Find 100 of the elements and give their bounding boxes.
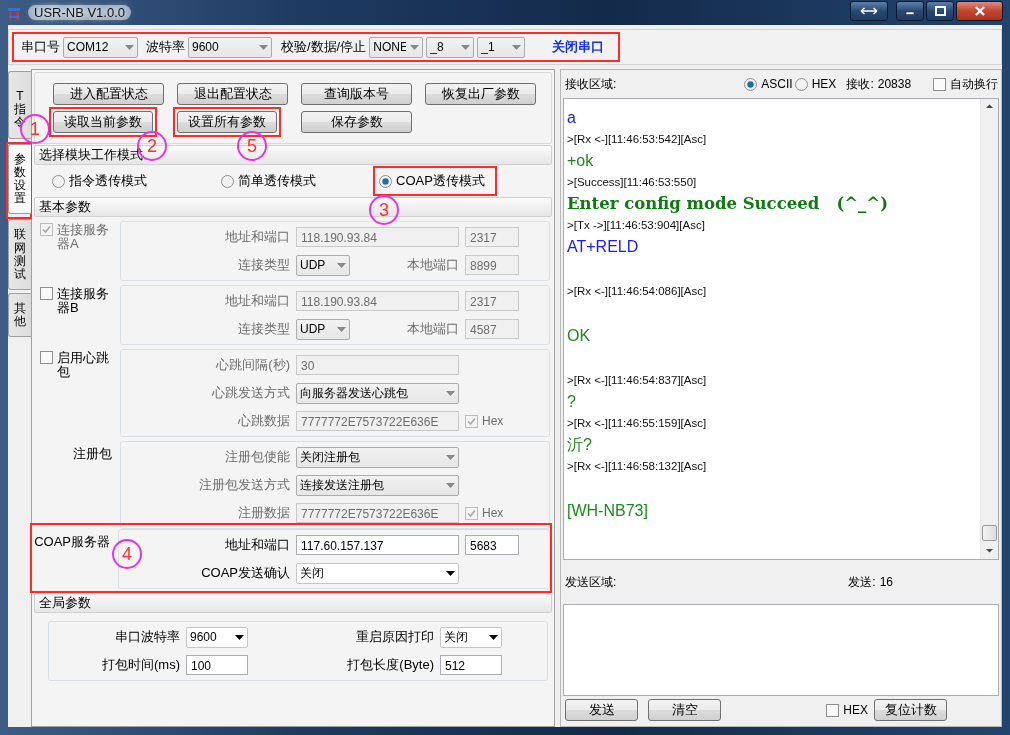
caret-icon	[460, 44, 470, 50]
resize-button[interactable]	[850, 1, 888, 21]
dropdown[interactable]: 向服务器发送心跳包	[296, 382, 459, 404]
close-port-button[interactable]: 关闭串口	[548, 38, 609, 56]
caret-icon	[445, 454, 455, 460]
field-label: 注册数据	[238, 504, 291, 522]
scroll-thumb[interactable]	[982, 525, 997, 541]
close-button[interactable]	[956, 1, 1003, 21]
radio-label: 简单透传模式	[238, 172, 316, 190]
input-field[interactable]: 117.60.157.137	[296, 535, 459, 555]
action-button[interactable]: 清空	[648, 699, 721, 721]
log-line: Enter config mode Succeed (^_^)	[567, 193, 889, 215]
radio-label: ASCII	[761, 77, 793, 91]
caret-icon	[258, 44, 268, 50]
caret-icon	[234, 634, 244, 640]
section-header: 全局参数	[34, 593, 552, 613]
radio-button[interactable]	[221, 174, 234, 188]
field-label: 重启原因打印	[355, 628, 435, 646]
input-field[interactable]: 512	[440, 655, 502, 675]
checkbox-label: 连接服务器A	[57, 223, 109, 251]
side-tab[interactable]: 联网测试	[8, 219, 31, 291]
caret-icon	[336, 326, 346, 332]
radio-button[interactable]	[52, 174, 65, 188]
checkbox[interactable]	[40, 287, 53, 300]
group-label: COAP服务器	[34, 535, 110, 549]
caret-icon	[445, 390, 455, 396]
command-button[interactable]: 恢复出厂参数	[425, 83, 536, 105]
log-line: >[Rx <-][11:46:54:086][Asc]	[567, 283, 708, 299]
dropdown[interactable]: 9600	[186, 626, 248, 648]
checkbox[interactable]	[40, 351, 53, 364]
command-button[interactable]: 读取当前参数	[53, 111, 153, 133]
dropdown[interactable]: 关闭注册包	[296, 446, 459, 468]
log-line: >[Rx <-][11:46:54:837][Asc]	[567, 372, 708, 388]
radio-button[interactable]	[744, 77, 758, 91]
input-field[interactable]: 5683	[465, 535, 519, 555]
checkbox[interactable]	[933, 77, 947, 91]
field-label: 校验/数据/停止	[281, 38, 367, 56]
command-button[interactable]: 进入配置状态	[53, 83, 164, 105]
group-label: 注册包	[73, 447, 112, 461]
caret-icon	[409, 44, 419, 50]
field-label: COAP发送确认	[201, 564, 291, 582]
command-button[interactable]: 设置所有参数	[177, 111, 277, 133]
checkbox-label: Hex	[482, 414, 504, 428]
log-line: >[Rx <-][11:46:55:159][Asc]	[567, 415, 708, 431]
checkbox-label: HEX	[843, 703, 868, 717]
checkbox-label: 自动换行	[950, 75, 999, 93]
dropdown[interactable]: 9600	[188, 36, 272, 58]
side-tab[interactable]: 参数设置	[8, 143, 31, 215]
dropdown[interactable]: 关闭	[440, 626, 502, 648]
log-line: a	[567, 108, 577, 128]
close-icon	[973, 6, 986, 16]
checkbox-label: Hex	[482, 506, 504, 520]
command-button[interactable]: 查询版本号	[301, 83, 412, 105]
scrollbar[interactable]	[980, 99, 998, 559]
radio-button[interactable]	[379, 174, 392, 188]
checkbox-label: 连接服务器B	[57, 287, 109, 315]
caret-icon	[488, 634, 498, 640]
log-line: >[Tx ->][11:46:53:904][Asc]	[567, 217, 706, 233]
log-line: AT+RELD	[567, 237, 640, 257]
double-arrow-icon	[860, 7, 878, 15]
field-label: 串口号	[21, 38, 60, 56]
field-label: 地址和端口	[225, 536, 291, 554]
command-button[interactable]: 保存参数	[301, 111, 412, 133]
input-field[interactable]: 100	[186, 655, 248, 675]
log-line: +ok	[567, 151, 595, 171]
field-label: 注册包发送方式	[199, 476, 291, 494]
section-label: 接收区域:	[565, 75, 617, 93]
field-label: 波特率	[146, 38, 185, 56]
field-label: 地址和端口	[225, 228, 291, 246]
command-button[interactable]: 退出配置状态	[177, 83, 288, 105]
field-label: 心跳间隔(秒)	[216, 356, 291, 374]
log-line: 沂?	[567, 435, 593, 455]
action-button[interactable]: 发送	[565, 699, 638, 721]
checkbox[interactable]	[826, 703, 840, 717]
radio-button[interactable]	[794, 77, 808, 91]
dropdown[interactable]: 连接发送注册包	[296, 474, 459, 496]
caret-icon	[445, 570, 455, 576]
radio-label: 指令透传模式	[69, 172, 147, 190]
maximize-button[interactable]	[926, 1, 954, 21]
side-tab[interactable]: 其他	[8, 293, 31, 338]
reset-count-button[interactable]: 复位计数	[874, 699, 947, 721]
dropdown[interactable]: UDP	[296, 318, 350, 340]
log-line: [WH-NB73]	[567, 501, 649, 521]
maximize-icon	[934, 6, 946, 16]
log-line: >[Rx <-][11:46:53:542][Asc]	[567, 131, 708, 147]
dropdown[interactable]: COM12	[63, 36, 138, 58]
send-input[interactable]	[563, 604, 999, 696]
field-label: 打包长度(Byte)	[346, 656, 435, 674]
section-label: 发送区域:	[565, 573, 617, 591]
field-label: 连接类型	[238, 256, 291, 274]
dropdown[interactable]: _1	[477, 36, 526, 58]
field-label: 注册包使能	[225, 448, 291, 466]
radio-label: COAP透传模式	[396, 172, 485, 190]
field-label: 本地端口	[407, 256, 459, 274]
minimize-button[interactable]	[896, 1, 924, 21]
field-label: 心跳发送方式	[212, 384, 291, 402]
callout-badge: 4	[112, 539, 142, 569]
field-label: 连接类型	[238, 320, 291, 338]
dropdown[interactable]: 关闭	[296, 562, 459, 584]
dropdown[interactable]: _8	[426, 36, 475, 58]
